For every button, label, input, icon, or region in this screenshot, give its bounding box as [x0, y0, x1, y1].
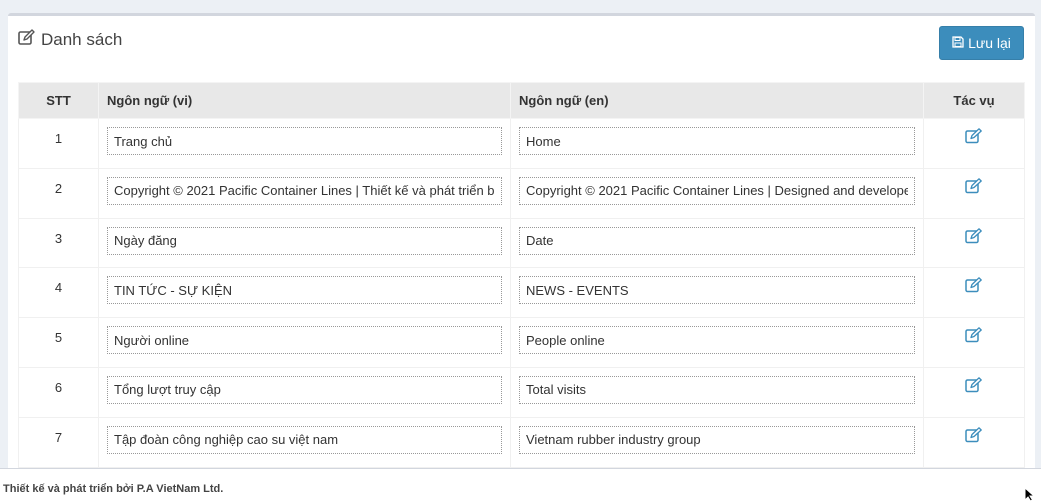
en-text-input[interactable] — [519, 276, 915, 305]
en-text-input[interactable] — [519, 176, 915, 205]
row-en-cell — [510, 167, 924, 219]
footer-text: Thiết kế và phát triển bởi P.A VietNam L… — [3, 483, 224, 495]
vi-text-input[interactable] — [107, 127, 502, 155]
vi-text-input[interactable] — [107, 375, 502, 404]
row-stt: 7 — [18, 416, 99, 468]
row-en-cell — [510, 217, 924, 269]
row-stt: 1 — [18, 118, 99, 169]
row-action-cell — [923, 416, 1025, 468]
table-row: 1 — [18, 118, 1025, 169]
row-vi-cell — [98, 167, 511, 219]
edit-icon[interactable] — [965, 128, 983, 144]
row-stt: 5 — [18, 317, 99, 368]
row-action-cell — [923, 366, 1025, 418]
table-row: 6 — [18, 366, 1025, 418]
vi-text-input[interactable] — [107, 176, 502, 205]
table-row: 5 — [18, 317, 1025, 368]
row-stt: 6 — [18, 366, 99, 418]
page-footer: Thiết kế và phát triển bởi P.A VietNam L… — [0, 468, 1041, 502]
table-row: 7 — [18, 416, 1025, 468]
row-action-cell — [923, 167, 1025, 219]
row-action-cell — [923, 118, 1025, 169]
row-en-cell — [510, 118, 924, 169]
edit-icon[interactable] — [965, 426, 983, 443]
row-vi-cell — [98, 217, 511, 269]
translation-table: STT Ngôn ngữ (vi) Ngôn ngữ (en) Tác vụ 1… — [18, 82, 1025, 468]
edit-icon[interactable] — [965, 327, 983, 343]
edit-icon[interactable] — [965, 377, 983, 393]
header-vi: Ngôn ngữ (vi) — [98, 82, 511, 119]
panel-title-text: Danh sách — [41, 30, 123, 49]
row-action-cell — [923, 267, 1025, 319]
edit-icon[interactable] — [965, 177, 983, 194]
en-text-input[interactable] — [519, 375, 915, 404]
panel-title: Danh sách — [18, 29, 122, 51]
vi-text-input[interactable] — [107, 425, 502, 454]
table-row: 2 — [18, 167, 1025, 219]
table-row: 3 — [18, 217, 1025, 269]
table-row: 4 — [18, 267, 1025, 319]
row-action-cell — [923, 217, 1025, 269]
row-en-cell — [510, 366, 924, 418]
header-action: Tác vụ — [923, 82, 1025, 119]
en-text-input[interactable] — [519, 425, 915, 454]
header-stt: STT — [18, 82, 99, 119]
mouse-cursor-icon — [1024, 486, 1036, 502]
list-panel: Danh sách Lưu lại STT Ngôn ngữ (vi) Ngôn… — [8, 13, 1035, 468]
en-text-input[interactable] — [519, 127, 915, 155]
en-text-input[interactable] — [519, 326, 915, 355]
edit-icon[interactable] — [965, 277, 983, 293]
edit-icon — [18, 29, 36, 51]
table-header-row: STT Ngôn ngữ (vi) Ngôn ngữ (en) Tác vụ — [18, 82, 1025, 119]
row-vi-cell — [98, 267, 511, 319]
header-en: Ngôn ngữ (en) — [510, 82, 924, 119]
panel-header: Danh sách Lưu lại — [8, 16, 1035, 78]
row-stt: 3 — [18, 217, 99, 269]
row-action-cell — [923, 317, 1025, 368]
row-vi-cell — [98, 317, 511, 368]
row-stt: 4 — [18, 267, 99, 319]
row-en-cell — [510, 267, 924, 319]
save-button-label: Lưu lại — [968, 35, 1011, 51]
row-stt: 2 — [18, 167, 99, 219]
row-vi-cell — [98, 416, 511, 468]
en-text-input[interactable] — [519, 226, 915, 255]
row-en-cell — [510, 416, 924, 468]
vi-text-input[interactable] — [107, 226, 502, 255]
row-vi-cell — [98, 366, 511, 418]
save-button[interactable]: Lưu lại — [939, 26, 1024, 60]
edit-icon[interactable] — [965, 227, 983, 244]
vi-text-input[interactable] — [107, 276, 502, 305]
row-en-cell — [510, 317, 924, 368]
table-body: 1234567 — [18, 118, 1025, 468]
floppy-disk-icon — [952, 35, 964, 51]
row-vi-cell — [98, 118, 511, 169]
vi-text-input[interactable] — [107, 326, 502, 355]
